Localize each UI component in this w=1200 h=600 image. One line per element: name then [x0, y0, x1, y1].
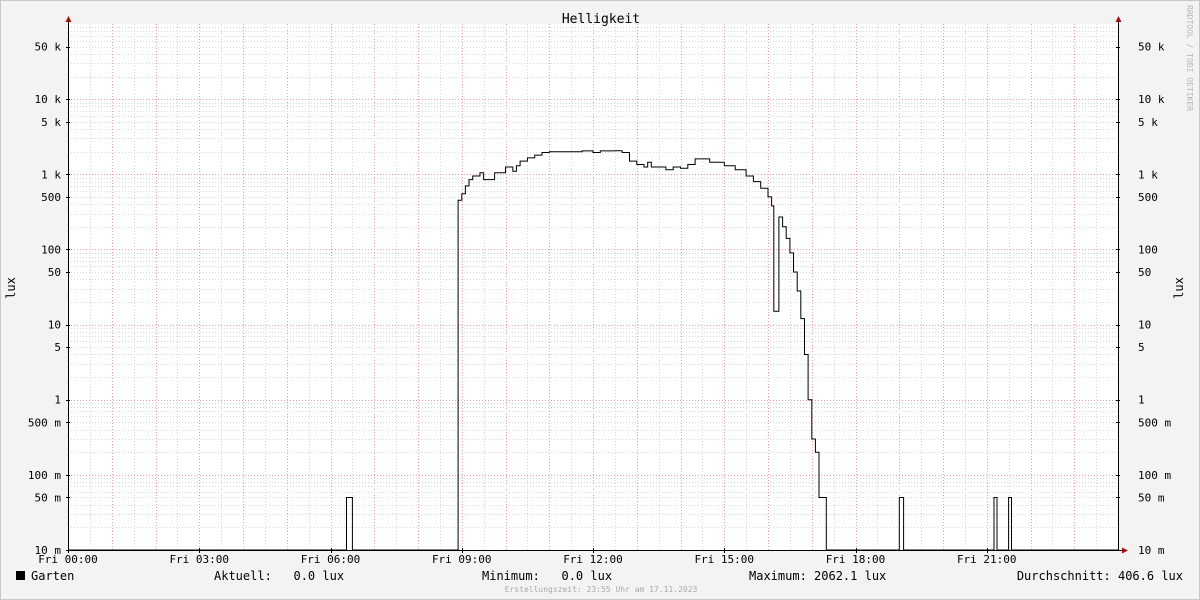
y-tick-label-left: 5 k: [41, 116, 61, 129]
y-tick-label-right: 10 m: [1138, 544, 1165, 557]
y-tick-label-left: 50 m: [35, 491, 62, 504]
x-tick-label: Fri 09:00: [432, 553, 492, 566]
legend-swatch: [16, 571, 25, 580]
y-tick-label-right: 500 m: [1138, 416, 1171, 429]
chart-title: Helligkeit: [562, 12, 640, 27]
x-tick-label: Fri 15:00: [694, 553, 754, 566]
y-tick-label-left: 1: [54, 394, 61, 407]
y-tick-label-right: 1: [1138, 394, 1145, 407]
x-tick-label: Fri 12:00: [563, 553, 623, 566]
y-tick-label-left: 500: [41, 191, 61, 204]
x-tick-label: Fri 06:00: [301, 553, 361, 566]
y-tick-label-right: 1 k: [1138, 168, 1158, 181]
y-tick-label-left: 1 k: [41, 168, 61, 181]
y-tick-label-right: 5: [1138, 341, 1145, 354]
y-tick-label-right: 100 m: [1138, 469, 1171, 482]
y-tick-label-left: 10: [48, 319, 61, 332]
x-tick-label: Fri 18:00: [826, 553, 886, 566]
y-tick-label-right: 5 k: [1138, 116, 1158, 129]
chart: 10 m 10 m50 m 50 m100 m 100 m500 m 500 m1 15 5…: [4, 5, 1194, 566]
stat-minimum: Minimum: 0.0 lux: [482, 569, 613, 583]
x-tick-labels: Fri 00:00 Fri 03:00 Fri 06:00 Fri 09:00 Fri …: [38, 553, 1016, 566]
y-tick-label-left: 50: [48, 266, 61, 279]
creation-timestamp: Erstellungszeit: 23:55 Uhr am 17.11.2023: [504, 585, 698, 594]
x-tick-label: Fri 03:00: [169, 553, 229, 566]
stat-maximum: Maximum: 2062.1 lux: [749, 569, 887, 583]
y-tick-label-left: 5: [54, 341, 61, 354]
y-tick-label-right: 50 m: [1138, 491, 1165, 504]
y-tick-label-left: 10 k: [35, 93, 62, 106]
y-tick-label-left: 50 k: [35, 41, 62, 54]
y-tick-label-left: 500 m: [28, 416, 61, 429]
y-tick-label-right: 50: [1138, 266, 1151, 279]
y-tick-label-right: 50 k: [1138, 41, 1165, 54]
stat-current: Aktuell: 0.0 lux: [214, 569, 345, 583]
legend-series-name: Garten: [31, 569, 75, 583]
watermark: RRDTOOL / TOBI OETIKER: [1185, 5, 1194, 111]
x-axis-arrow: [1122, 547, 1128, 554]
y-tick-label-left: 100: [41, 243, 61, 256]
y-axis-arrow-left: [65, 16, 72, 22]
rrd-graph: 10 m 10 m 50 m 50 m 100 m 100 m 500 m 500 m1155…: [0, 0, 1200, 600]
y-axis-label-left: lux: [4, 277, 18, 299]
y-tick-label-right: 100: [1138, 243, 1158, 256]
stat-average: Durchschnitt: 406.6 lux: [1016, 569, 1183, 583]
y-axis-label-right: lux: [1172, 277, 1186, 299]
x-tick-label: Fri 21:00: [957, 553, 1017, 566]
y-axis-arrow-right: [1115, 16, 1122, 22]
y-tick-label-right: 10 k: [1138, 93, 1165, 106]
y-tick-label-right: 10: [1138, 319, 1151, 332]
y-tick-label-right: 500: [1138, 191, 1158, 204]
x-tick-label: Fri 00:00: [38, 553, 98, 566]
y-tick-label-left: 100 m: [28, 469, 61, 482]
